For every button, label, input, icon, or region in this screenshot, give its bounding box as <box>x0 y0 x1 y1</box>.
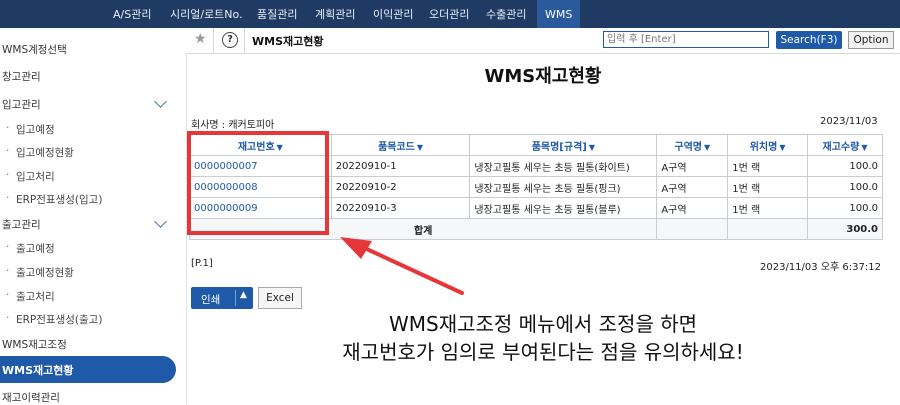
annotation-line-2: 재고번호가 임의로 부여된다는 점을 유의하세요! <box>342 340 744 364</box>
annotation-note: WMS재고조정 메뉴에서 조정을 하면 재고번호가 임의로 부여된다는 점을 유… <box>186 310 900 366</box>
annotation-line-1: WMS재고조정 메뉴에서 조정을 하면 <box>389 312 697 336</box>
